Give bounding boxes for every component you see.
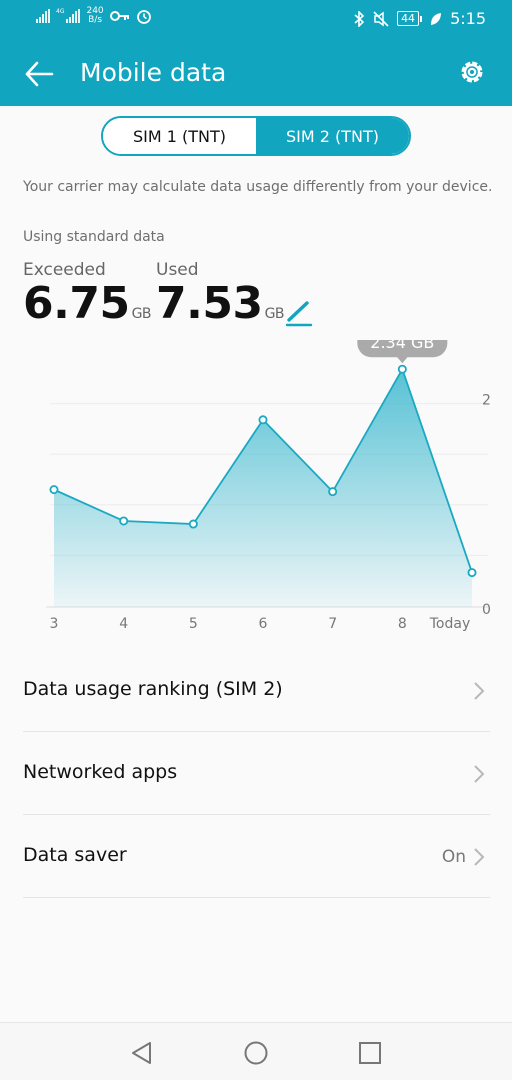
sim-selector: SIM 1 (TNT) SIM 2 (TNT)	[101, 116, 411, 156]
page-title: Mobile data	[80, 58, 227, 87]
usage-area	[54, 369, 472, 607]
signal-1-icon	[36, 9, 50, 23]
value-tooltip: 2.34 GB	[357, 340, 448, 364]
data-point	[467, 568, 477, 578]
y-tick-label: 2	[482, 393, 491, 409]
tab-sim-2[interactable]: SIM 2 (TNT)	[256, 118, 409, 154]
used-stat: Used 7.53 GB	[156, 260, 285, 336]
battery-level: 44	[397, 11, 420, 26]
leaf-icon	[431, 12, 442, 25]
pencil-icon[interactable]	[283, 298, 315, 328]
data-point	[397, 364, 407, 374]
list-item-data-usage-ranking[interactable]: Data usage ranking (SIM 2)	[23, 650, 490, 732]
used-unit: GB	[264, 306, 285, 322]
used-value: 7.53	[156, 278, 263, 329]
x-tick-label: 5	[189, 616, 198, 632]
recents-square-icon[interactable]	[356, 1039, 384, 1067]
exceeded-stat: Exceeded 6.75 GB	[23, 260, 152, 336]
data-point	[49, 485, 59, 495]
status-right: 44 5:15	[353, 9, 486, 28]
list-item-data-saver[interactable]: Data saver On	[23, 816, 490, 898]
used-label: Used	[156, 260, 199, 280]
gear-icon[interactable]	[456, 56, 488, 88]
exceeded-value: 6.75	[23, 278, 130, 329]
status-time: 5:15	[450, 9, 486, 28]
chevron-right-icon	[474, 848, 485, 866]
plan-label: Using standard data	[23, 229, 165, 245]
data-point	[119, 516, 129, 526]
x-tick-label: Today	[429, 616, 471, 632]
data-point	[328, 487, 338, 497]
chevron-right-icon	[474, 765, 485, 783]
network-type-label: 4G	[56, 8, 65, 15]
used-value-row: 7.53 GB	[156, 282, 285, 336]
data-point	[188, 519, 198, 529]
signal-2-icon: 4G	[56, 8, 81, 23]
tab-sim-1[interactable]: SIM 1 (TNT)	[103, 118, 256, 154]
carrier-note: Your carrier may calculate data usage di…	[23, 179, 493, 195]
list-item-networked-apps[interactable]: Networked apps	[23, 733, 490, 815]
list-item-label: Networked apps	[23, 761, 178, 783]
system-nav-bar	[0, 1022, 512, 1080]
list-item-label: Data usage ranking (SIM 2)	[23, 678, 283, 700]
status-bar: 4G 240 B/s 44 5:15	[0, 0, 512, 40]
mute-icon	[373, 10, 389, 27]
chevron-right-icon	[474, 682, 485, 700]
network-speed: 240 B/s	[86, 7, 103, 25]
data-saver-status: On	[441, 847, 466, 867]
network-speed-unit: B/s	[88, 15, 103, 25]
x-tick-label: 7	[328, 616, 337, 632]
home-circle-icon[interactable]	[242, 1039, 270, 1067]
list-item-label: Data saver	[23, 844, 127, 866]
data-point	[258, 415, 268, 425]
tooltip-arrow	[396, 356, 409, 364]
back-triangle-icon[interactable]	[128, 1039, 156, 1067]
exceeded-label: Exceeded	[23, 260, 106, 280]
exceeded-unit: GB	[131, 306, 152, 322]
x-tick-label: 8	[398, 616, 407, 632]
toolbar: Mobile data	[0, 40, 512, 106]
bluetooth-icon	[354, 10, 365, 27]
status-left: 4G 240 B/s	[36, 7, 152, 25]
x-tick-label: 4	[119, 616, 128, 632]
app-header: 4G 240 B/s 44 5:15 Mobile data	[0, 0, 512, 106]
exceeded-value-row: 6.75 GB	[23, 282, 152, 336]
arrow-left-icon[interactable]	[22, 56, 58, 92]
key-icon	[109, 11, 129, 21]
battery-icon: 44	[397, 11, 423, 26]
alarm-icon	[136, 10, 151, 24]
x-tick-label: 6	[259, 616, 268, 632]
tooltip-text: 2.34 GB	[370, 340, 434, 352]
x-tick-label: 3	[50, 616, 59, 632]
usage-chart: 3 4 5 6 7 8 Today 2 0 2.34 GB	[46, 340, 491, 632]
y-tick-label: 0	[482, 602, 491, 618]
